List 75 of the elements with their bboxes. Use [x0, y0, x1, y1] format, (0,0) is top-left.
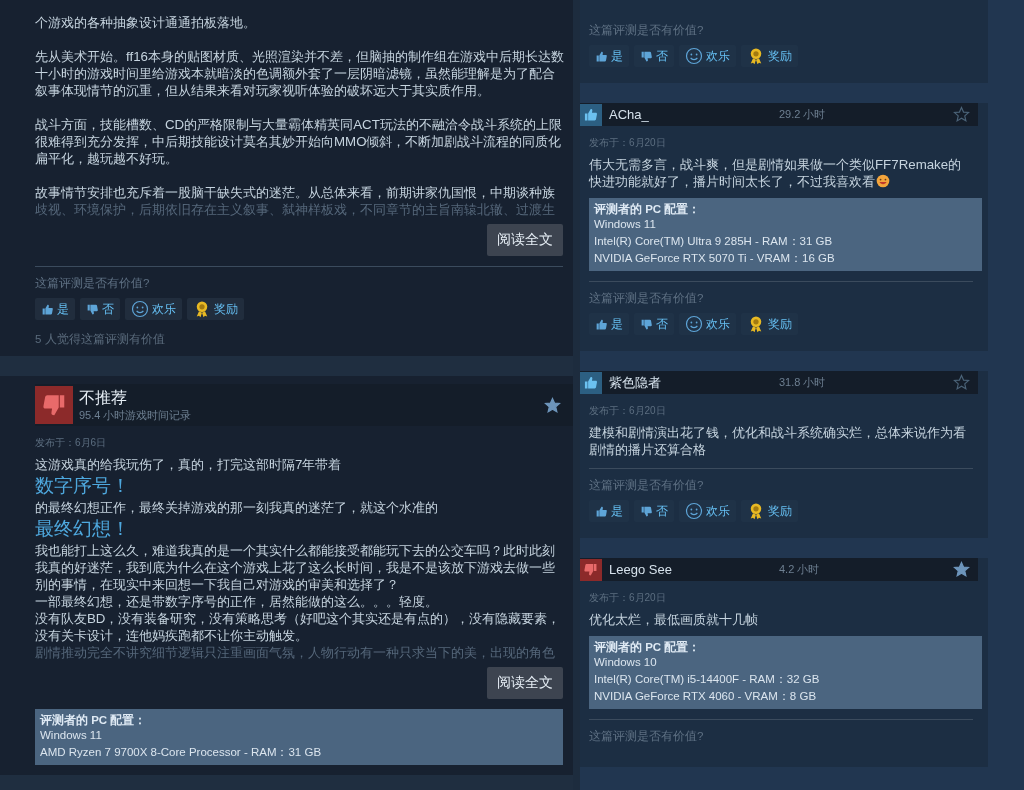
thumbs-down-icon [640, 504, 653, 518]
vote-button[interactable]: 奖励 [741, 45, 798, 67]
vote-button[interactable]: 是 [589, 500, 629, 522]
playtime-text: 31.8 小时 [779, 375, 827, 390]
posted-date: 发布于：6月6日 [35, 436, 108, 450]
review-text: 没有队友BD，没有装备研究，没有策略思考（好吧这个其实还是有点的），没有隐藏要素，没有关卡设计，连他妈疾跑都不让你主动触发。 [35, 610, 562, 644]
playtime-text: 95.4 小时游戏时间记录 [79, 408, 193, 422]
thumbs-down-icon [640, 49, 653, 63]
pc-spec-title: 评测者的 PC 配置： [594, 202, 702, 216]
thumbs-up-icon [595, 317, 608, 331]
pc-spec-line: Intel(R) Core(TM) i5-14400F - RAM：32 GB [594, 672, 821, 687]
pc-spec-line: NVIDIA GeForce RTX 4060 - VRAM：8 GB [594, 689, 818, 704]
vote-button[interactable]: 欢乐 [679, 45, 736, 67]
pc-spec-title: 评测者的 PC 配置： [594, 640, 702, 654]
vote-button[interactable]: 是 [589, 45, 629, 67]
smiley-icon [685, 315, 703, 333]
review-text: 一部最终幻想，还是带数字序号的正作，居然能做的这么。。。轻度。 [35, 593, 439, 610]
reviewer-name[interactable]: Leego See [609, 562, 779, 577]
review-text: 个游戏的各种抽象设计通通拍板落地。 [35, 14, 257, 31]
vote-button[interactable]: 是 [35, 298, 75, 320]
helpful-question: 这篇评测是否有价值? [589, 729, 705, 743]
vote-button[interactable]: 奖励 [741, 500, 798, 522]
vote-button[interactable]: 否 [634, 45, 674, 67]
vote-button[interactable]: 欢乐 [125, 298, 182, 320]
reviewer-name[interactable]: 紫色隐者 [609, 373, 779, 392]
review-text: 故事情节安排也充斥着一股脑干缺失式的迷茫。从总体来看，前期讲家仇国恨，中期谈种族 [35, 184, 556, 201]
review-text: 先从美术开始。ff16本身的贴图材质、光照渲染并不差，但脑抽的制作组在游戏中后期长达数十小时的游戏时间里给游戏本就暗淡的色调额外套了一层阴暗滤镜，虽然能理解是为了配合叙事体现情节的沉重，但从结果来看对玩家视听体验的破坏远大于其实质作用。 [35, 48, 565, 99]
thumbs-up-icon [41, 302, 54, 316]
helpful-question: 这篇评测是否有价值? [589, 291, 705, 305]
playtime-text: 4.2 小时 [779, 562, 821, 577]
smiley-icon [685, 47, 703, 65]
star-outline-icon[interactable] [953, 106, 970, 123]
review-text: 歧视、环境保护，后期依旧存在主义叙事、弑神样板戏，不同章节的主旨南辕北辙、过渡生 [35, 201, 556, 218]
helpful-question: 这篇评测是否有价值? [35, 276, 151, 290]
pc-spec-line: NVIDIA GeForce RTX 5070 Ti - VRAM：16 GB [594, 251, 836, 266]
review-text: 战斗方面，技能槽数、CD的严格限制与大量霸体精英同ACT玩法的不融洽令战斗系统的上限很难得到充分发挥，中后期技能设计莫名其妙开始向MMO倾斜，不断加剧战斗流程的同质化扁平化，越玩越不好玩。 [35, 116, 563, 167]
vote-button[interactable]: 奖励 [187, 298, 244, 320]
thumbs-down-icon [86, 302, 99, 316]
review-text: 建模和剧情演出花了钱，优化和战斗系统确实烂，总体来说作为看剧情的播片还算合格 [589, 424, 967, 458]
filled-star-icon[interactable] [544, 396, 561, 414]
pc-spec-line: Windows 10 [594, 655, 658, 670]
filled-star-icon[interactable] [953, 561, 970, 578]
review-text: 这游戏真的给我玩伤了，真的，打完这部时隔7年带着 [35, 456, 343, 473]
pc-spec-line: Windows 11 [40, 728, 103, 743]
smiley-icon [131, 300, 149, 318]
pc-spec-title: 评测者的 PC 配置： [40, 713, 148, 727]
highlight-text: 最终幻想！ [35, 517, 131, 541]
highlight-text: 数字序号！ [35, 474, 131, 498]
thumbs-up-icon [595, 504, 608, 518]
pc-spec-line: Windows 11 [594, 217, 657, 232]
smiley-icon [685, 502, 703, 520]
read-more-button[interactable]: 阅读全文 [487, 667, 563, 699]
star-outline-icon[interactable] [953, 374, 970, 391]
helpful-count: 5 人觉得这篇评测有价值 [35, 332, 166, 346]
helpful-question: 这篇评测是否有价值? [589, 478, 705, 492]
thumbs-up-icon [595, 49, 608, 63]
review-text: 的最终幻想正作，最终关掉游戏的那一刻我真的迷茫了，就这个水准的 [35, 499, 439, 516]
vote-button[interactable]: 欢乐 [679, 500, 736, 522]
review-text: 我也能打上这么久，难道我真的是一个其实什么都能接受都能玩下去的公交车吗？此时此刻我真的好迷茫，我到底为什么在这个游戏上花了这么长时间，我是不是该放下游戏去做一些别的事情，在现实中来回想一下我自己对游戏的审美和选择了？ [35, 542, 556, 593]
vote-button[interactable]: 是 [589, 313, 629, 335]
vote-button[interactable]: 否 [634, 500, 674, 522]
review-text: 伟大无需多言，战斗爽，但是剧情如果做一个类似FF7Remake的快进功能就好了，播片时间太长了，不过我喜欢看 [589, 156, 963, 190]
pc-spec-line: AMD Ryzen 7 9700X 8-Core Processor - RAM：31 GB [40, 745, 323, 760]
vote-button[interactable]: 欢乐 [679, 313, 736, 335]
helpful-question: 这篇评测是否有价值? [589, 23, 705, 37]
vote-button[interactable]: 奖励 [741, 313, 798, 335]
thumbs-down-icon [640, 317, 653, 331]
playtime-text: 29.2 小时 [779, 107, 827, 122]
vote-button[interactable]: 否 [80, 298, 120, 320]
pc-spec-line: Intel(R) Core(TM) Ultra 9 285H - RAM：31 GB [594, 234, 834, 249]
reviewer-name[interactable]: ACha_ [609, 107, 779, 122]
vote-button[interactable]: 否 [634, 313, 674, 335]
read-more-button[interactable]: 阅读全文 [487, 224, 563, 256]
verdict-text: 不推荐 [79, 388, 128, 408]
review-text: 优化太烂，最低画质就十几帧 [589, 611, 759, 628]
